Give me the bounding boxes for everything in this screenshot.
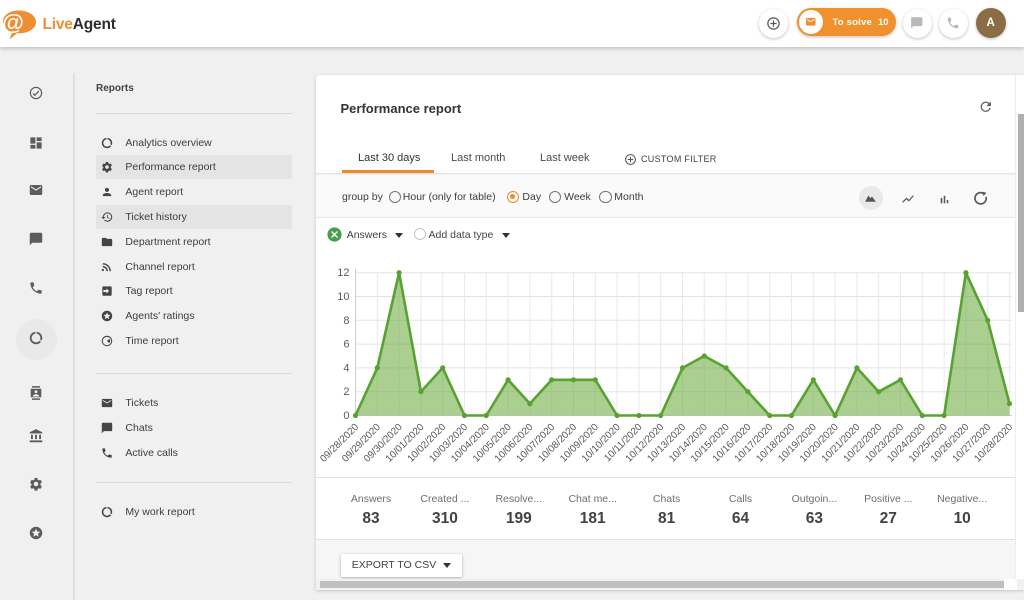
svg-text:@: @	[2, 10, 24, 35]
svg-text:Live: Live	[43, 16, 74, 33]
svg-text:8: 8	[343, 315, 349, 327]
svg-text:12: 12	[337, 267, 349, 279]
svg-text:2: 2	[343, 386, 349, 398]
svg-text:6: 6	[343, 339, 349, 351]
svg-text:0: 0	[343, 410, 349, 422]
svg-text:10: 10	[337, 291, 349, 303]
svg-text:4: 4	[343, 362, 349, 374]
svg-text:Agent: Agent	[73, 16, 116, 33]
